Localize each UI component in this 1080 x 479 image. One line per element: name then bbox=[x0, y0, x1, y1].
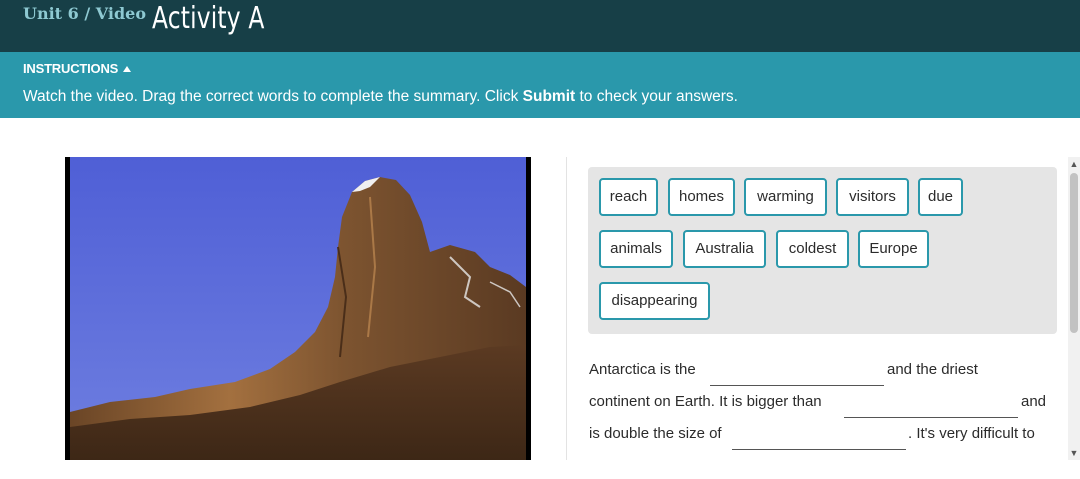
page-title: Activity A bbox=[152, 1, 265, 36]
answer-blank-2[interactable] bbox=[844, 417, 1018, 418]
word-chip-warming[interactable]: warming bbox=[744, 178, 827, 216]
summary-text: Antarctica is the and the driest contine… bbox=[589, 350, 1059, 460]
summary-line-1-end: and the driest bbox=[887, 361, 978, 378]
summary-line-1-start: Antarctica is the bbox=[589, 361, 696, 378]
video-frame bbox=[70, 157, 526, 460]
instructions-toggle[interactable]: INSTRUCTIONS bbox=[23, 61, 132, 76]
summary-line-2-start: continent on Earth. It is bigger than bbox=[589, 393, 822, 410]
word-chip-coldest[interactable]: coldest bbox=[776, 230, 849, 268]
instructions-panel: INSTRUCTIONS Watch the video. Drag the c… bbox=[0, 52, 1080, 118]
word-chip-visitors[interactable]: visitors bbox=[836, 178, 909, 216]
caret-up-icon bbox=[123, 66, 132, 72]
answer-blank-3[interactable] bbox=[732, 449, 906, 450]
instructions-toggle-label: INSTRUCTIONS bbox=[23, 61, 119, 76]
scrollbar-thumb[interactable] bbox=[1070, 173, 1078, 333]
word-bank: reach homes warming visitors due animals… bbox=[588, 167, 1057, 334]
summary-line-3-start: is double the size of bbox=[589, 425, 722, 442]
summary-line-3-end: . It's very difficult to bbox=[908, 425, 1035, 442]
instructions-text: Watch the video. Drag the correct words … bbox=[23, 88, 738, 106]
instructions-submit-word: Submit bbox=[522, 88, 576, 105]
panel-divider bbox=[566, 157, 567, 460]
word-chip-animals[interactable]: animals bbox=[599, 230, 673, 268]
instructions-text-start: Watch the video. Drag the correct words … bbox=[23, 88, 523, 105]
header-bar: Unit 6 / Video Activity A bbox=[0, 0, 1080, 52]
word-chip-disappearing[interactable]: disappearing bbox=[599, 282, 710, 320]
video-player[interactable] bbox=[65, 157, 531, 460]
chevron-up-icon[interactable]: ▲ bbox=[1068, 157, 1080, 171]
word-chip-europe[interactable]: Europe bbox=[858, 230, 929, 268]
word-chip-due[interactable]: due bbox=[918, 178, 963, 216]
word-chip-australia[interactable]: Australia bbox=[683, 230, 766, 268]
summary-line-2-end: and bbox=[1021, 393, 1047, 410]
word-chip-homes[interactable]: homes bbox=[668, 178, 735, 216]
word-chip-reach[interactable]: reach bbox=[599, 178, 658, 216]
instructions-text-end: to check your answers. bbox=[575, 88, 738, 105]
panel-scrollbar[interactable]: ▲ ▼ bbox=[1068, 157, 1080, 460]
answer-blank-1[interactable] bbox=[710, 385, 884, 386]
chevron-down-icon[interactable]: ▼ bbox=[1068, 446, 1080, 460]
unit-label: Unit 6 / Video bbox=[23, 4, 146, 23]
